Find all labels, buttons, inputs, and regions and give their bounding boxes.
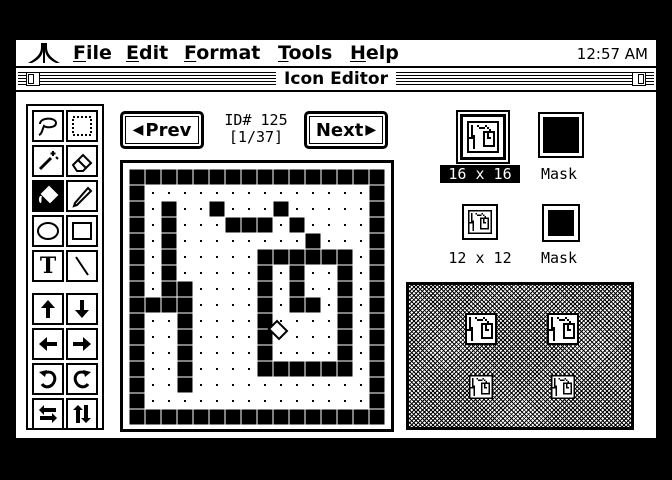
mask-12-preview[interactable] [542,204,580,242]
tool-shift-down[interactable] [66,293,98,325]
menu-format[interactable]: Format [184,42,260,64]
menu-clock: 12:57 AM [576,45,648,63]
flip-horizontal-icon [39,405,57,423]
tool-oval[interactable] [32,215,64,247]
zoom-box-icon[interactable] [632,72,646,86]
mask-16-preview[interactable] [538,112,584,158]
preview-large-on-pattern [465,313,497,345]
paint-bucket-icon [38,185,59,204]
icon-id-label: ID# 125 [1/37] [216,112,296,146]
tool-marquee[interactable] [66,110,98,142]
tool-text-tool[interactable]: T [32,250,64,282]
window-title-bar[interactable]: Icon Editor [16,68,656,92]
tool-shift-right[interactable] [66,328,98,360]
close-box-icon[interactable] [26,72,40,86]
pencil-icon [72,186,93,208]
tool-magic-wand[interactable] [32,145,64,177]
preview-panel [406,282,634,430]
tool-flip-horizontal[interactable] [32,398,64,430]
menu-help[interactable]: Help [350,42,399,64]
flip-vertical-icon [73,405,91,423]
tool-eraser[interactable] [66,145,98,177]
tool-shift-left[interactable] [32,328,64,360]
mask-12-fill [548,210,574,236]
shift-left-icon [39,337,57,351]
screen: File Edit Format Tools Help 12:57 AM Ico… [16,40,656,438]
menu-file[interactable]: File [73,42,112,64]
size-12-label[interactable]: 12 x 12 [440,249,520,267]
rotate-ccw-icon [39,370,57,389]
next-label: Next [315,119,364,141]
tool-palette: T [26,104,104,430]
preview-large-inverted [547,313,579,345]
rotate-cw-icon [73,370,91,389]
atari-logo-icon[interactable] [28,43,60,63]
icon-id: ID# 125 [224,111,288,129]
size-16-preview[interactable] [460,114,506,160]
tool-paint-bucket[interactable] [32,180,64,212]
text-tool-icon: T [39,253,57,279]
window-title: Icon Editor [276,69,396,89]
preview-small-inverted [551,375,575,399]
mask-12-label: Mask [540,249,578,267]
shift-up-icon [41,300,55,318]
line-icon [75,256,89,276]
size-12-preview[interactable] [462,204,498,240]
icon-preview-12 [468,210,492,234]
marquee-icon [72,116,92,136]
tool-lasso[interactable] [32,110,64,142]
eraser-icon [71,153,93,172]
prev-label: Prev [145,119,192,141]
pixel-grid[interactable] [129,169,385,425]
tool-flip-vertical[interactable] [66,398,98,430]
triangle-right-icon: ▶ [365,122,377,138]
tool-pencil[interactable] [66,180,98,212]
menu-edit[interactable]: Edit [126,42,168,64]
magic-wand-icon [38,151,59,171]
tool-rotate-ccw[interactable] [32,363,64,395]
tool-line[interactable] [66,250,98,282]
icon-preview-16 [467,121,499,153]
mask-16-fill [543,117,579,153]
triangle-left-icon: ◀ [132,122,144,138]
icon-index: [1/37] [228,128,284,146]
tool-shift-up[interactable] [32,293,64,325]
rectangle-icon [72,222,92,240]
size-16-label[interactable]: 16 x 16 [440,165,520,183]
menu-tools[interactable]: Tools [278,42,332,64]
next-button[interactable]: Next ▶ [304,111,388,149]
preview-small-on-pattern [469,375,493,399]
pixel-editor[interactable] [120,160,394,432]
shift-right-icon [73,337,91,351]
tool-rotate-cw[interactable] [66,363,98,395]
oval-icon [37,222,59,240]
menu-bar: File Edit Format Tools Help 12:57 AM [16,40,656,68]
tool-rectangle[interactable] [66,215,98,247]
prev-button[interactable]: ◀ Prev [120,111,204,149]
lasso-icon [38,117,58,136]
shift-down-icon [75,300,89,318]
mask-16-label: Mask [540,165,578,183]
